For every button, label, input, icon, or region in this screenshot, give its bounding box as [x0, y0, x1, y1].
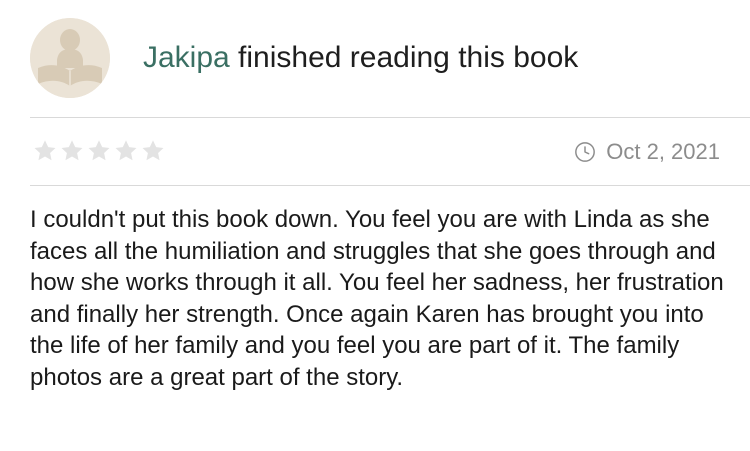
star-icon [61, 140, 83, 161]
star-icon [88, 140, 110, 161]
star-icon [115, 140, 137, 161]
review-date: Oct 2, 2021 [574, 138, 720, 166]
divider [30, 185, 750, 186]
star-icon [34, 140, 56, 161]
activity-line: Jakipa finished reading this book [143, 38, 578, 78]
activity-action-text: finished reading this book [229, 41, 579, 74]
star-rating [32, 138, 166, 164]
avatar[interactable] [30, 18, 110, 98]
username-link[interactable]: Jakipa [143, 41, 230, 74]
star-icon [142, 140, 164, 161]
review-text: I couldn't put this book down. You feel … [30, 206, 724, 391]
date-text: Oct 2, 2021 [606, 139, 720, 164]
clock-icon [574, 141, 596, 163]
reader-silhouette-icon [30, 18, 110, 98]
activity-header: Jakipa finished reading this book [0, 0, 750, 118]
rating-date-row: Oct 2, 2021 [30, 118, 750, 185]
